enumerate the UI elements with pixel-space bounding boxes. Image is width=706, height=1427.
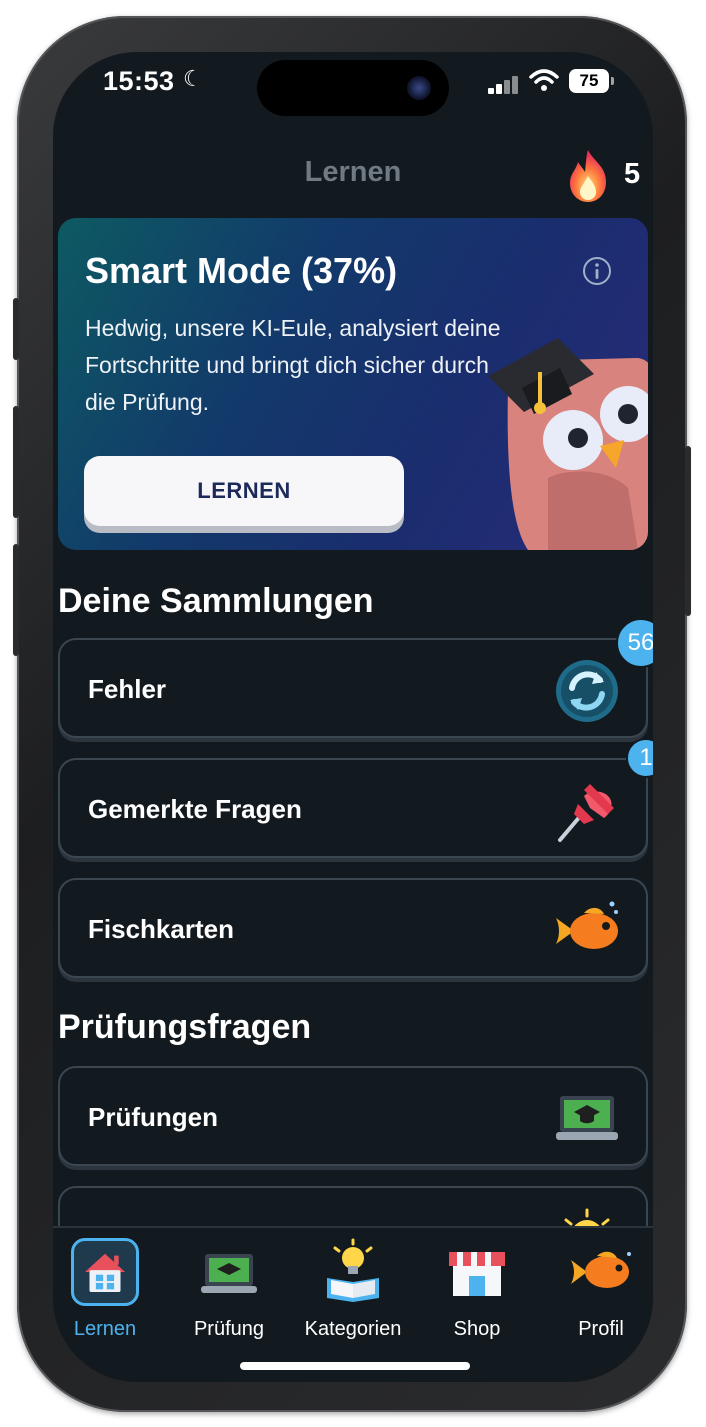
fish-icon xyxy=(571,1251,631,1288)
volume-down-button xyxy=(13,544,19,656)
tab-profile[interactable]: Profil xyxy=(546,1238,653,1348)
wifi-icon xyxy=(529,69,559,91)
smart-mode-description: Hedwig, unsere KI-Eule, analysiert deine… xyxy=(85,315,501,415)
home-indicator[interactable] xyxy=(240,1362,470,1370)
app-screen: 15:53 ☾ 75 Lernen 5 Smart Mode (37%) Hed… xyxy=(53,52,653,1382)
moon-icon: ☾ xyxy=(183,66,203,91)
errors-count-badge: 56 xyxy=(616,618,653,668)
saved-questions-count-badge: 1 xyxy=(626,738,653,778)
tab-shop[interactable]: Shop xyxy=(422,1238,532,1348)
collection-item-errors[interactable]: Fehler 56 xyxy=(58,618,653,738)
tab-bar: Lernen Prüfung Kategorien Shop Profil xyxy=(53,1226,653,1382)
cellular-signal-icon xyxy=(488,74,524,94)
tab-label: Shop xyxy=(453,1318,501,1340)
tab-exam[interactable]: Prüfung xyxy=(174,1238,284,1348)
tab-label: Kategorien xyxy=(304,1318,402,1340)
fish-icon xyxy=(556,901,618,949)
collection-item-saved-questions[interactable]: Gemerkte Fragen 1 xyxy=(58,738,653,858)
house-icon xyxy=(71,1238,139,1306)
tab-learn[interactable]: Lernen xyxy=(53,1238,160,1348)
status-time: 15:53 xyxy=(103,66,175,96)
learn-button[interactable]: LERNEN xyxy=(84,456,404,526)
tab-label: Profil xyxy=(578,1318,624,1340)
battery-tip xyxy=(611,77,614,85)
battery-indicator: 75 xyxy=(569,69,609,93)
exam-item-exams[interactable]: Prüfungen xyxy=(58,1066,648,1166)
refresh-icon xyxy=(556,660,618,722)
collection-item-label: Fehler xyxy=(88,674,167,704)
laptop-graduation-icon xyxy=(556,1096,618,1140)
dynamic-island xyxy=(257,60,449,116)
tab-label: Lernen xyxy=(73,1318,137,1340)
smart-mode-title: Smart Mode (37%) xyxy=(85,250,398,291)
info-icon[interactable] xyxy=(582,256,612,286)
collection-item-label: Fischkarten xyxy=(88,914,234,944)
collections-title: Deine Sammlungen xyxy=(58,582,374,620)
collection-item-label: Gemerkte Fragen xyxy=(88,794,302,824)
tab-categories[interactable]: Kategorien xyxy=(298,1238,408,1348)
streak-counter[interactable]: 5 xyxy=(558,146,653,206)
book-lightbulb-icon xyxy=(327,1238,379,1302)
flame-icon xyxy=(570,150,606,202)
laptop-graduation-icon xyxy=(201,1254,257,1293)
exam-item-label: Prüfungen xyxy=(88,1102,218,1132)
power-button xyxy=(685,446,691,616)
action-button xyxy=(13,298,19,360)
tab-label: Prüfung xyxy=(193,1318,265,1340)
collection-item-flashcards[interactable]: Fischkarten xyxy=(58,878,648,978)
shop-icon xyxy=(449,1252,505,1296)
pushpin-icon xyxy=(558,784,614,842)
smart-mode-card[interactable]: Smart Mode (37%) Hedwig, unsere KI-Eule,… xyxy=(58,218,648,550)
exam-questions-title: Prüfungsfragen xyxy=(58,1008,312,1046)
camera-icon xyxy=(407,76,431,100)
status-bar: 15:53 ☾ 75 xyxy=(53,52,653,142)
volume-up-button xyxy=(13,406,19,518)
streak-count: 5 xyxy=(624,158,641,190)
owl-mascot-icon xyxy=(488,338,648,550)
